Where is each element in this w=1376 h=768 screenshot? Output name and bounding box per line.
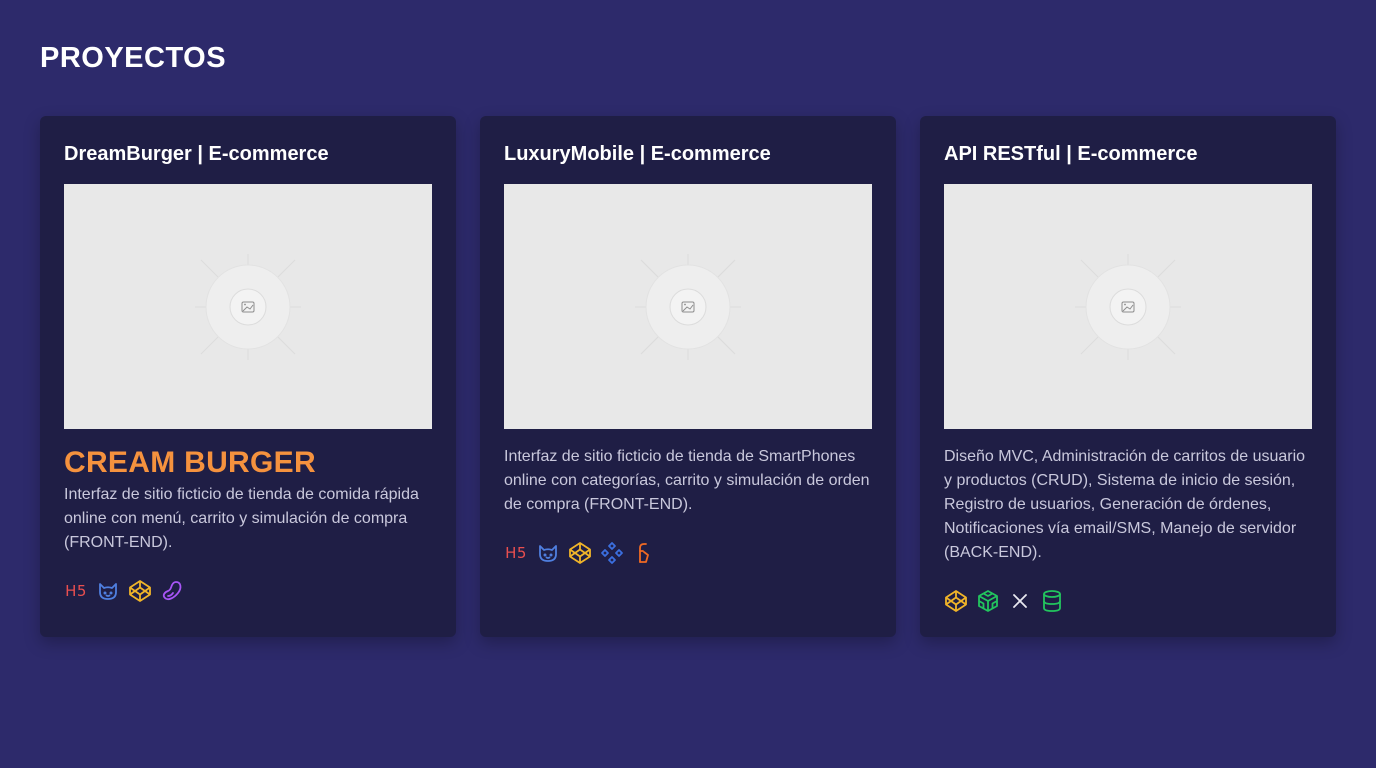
- project-description: Interfaz de sitio ficticio de tienda de …: [504, 448, 870, 513]
- project-card-luxurymobile[interactable]: LuxuryMobile | E-commerce Interfaz de si…: [480, 116, 896, 637]
- image-placeholder-icon: [195, 254, 301, 360]
- tech-stack-icons: H5: [64, 579, 432, 603]
- tech-stack-icons: [944, 589, 1312, 613]
- html5-icon: H5: [65, 582, 87, 600]
- project-description: Interfaz de sitio ficticio de tienda de …: [64, 486, 419, 551]
- project-thumbnail[interactable]: [64, 184, 432, 429]
- diamonds-icon: [600, 541, 624, 565]
- projects-page: PROYECTOS DreamBurger | E-commerce CREAM…: [0, 0, 1376, 768]
- image-placeholder-icon: [635, 254, 741, 360]
- project-title: LuxuryMobile | E-commerce: [504, 143, 771, 165]
- bean-icon: [160, 579, 184, 603]
- image-placeholder-icon: [1075, 254, 1181, 360]
- database-icon: [1040, 589, 1064, 613]
- project-cards: DreamBurger | E-commerce CREAM BURGER In…: [40, 116, 1336, 637]
- project-logo-text: CREAM BURGER: [64, 446, 316, 479]
- tech-stack-icons: H5: [504, 541, 872, 565]
- project-description: Diseño MVC, Administración de carritos d…: [944, 448, 1306, 561]
- project-card-dreamburger[interactable]: DreamBurger | E-commerce CREAM BURGER In…: [40, 116, 456, 637]
- project-title: API RESTful | E-commerce: [944, 143, 1198, 165]
- section-title: PROYECTOS: [40, 42, 227, 74]
- tailwind-cat-icon: [96, 579, 120, 603]
- html5-icon: H5: [505, 544, 527, 562]
- project-thumbnail[interactable]: [504, 184, 872, 429]
- project-thumbnail[interactable]: [944, 184, 1312, 429]
- codesandbox-icon: [976, 589, 1000, 613]
- express-x-icon: [1008, 589, 1032, 613]
- firebase-icon: [632, 541, 656, 565]
- tailwind-cat-icon: [536, 541, 560, 565]
- project-card-api-restful[interactable]: API RESTful | E-commerce Diseño MVC, Adm…: [920, 116, 1336, 637]
- codepen-icon: [568, 541, 592, 565]
- codepen-icon: [944, 589, 968, 613]
- project-title: DreamBurger | E-commerce: [64, 143, 329, 165]
- codepen-icon: [128, 579, 152, 603]
